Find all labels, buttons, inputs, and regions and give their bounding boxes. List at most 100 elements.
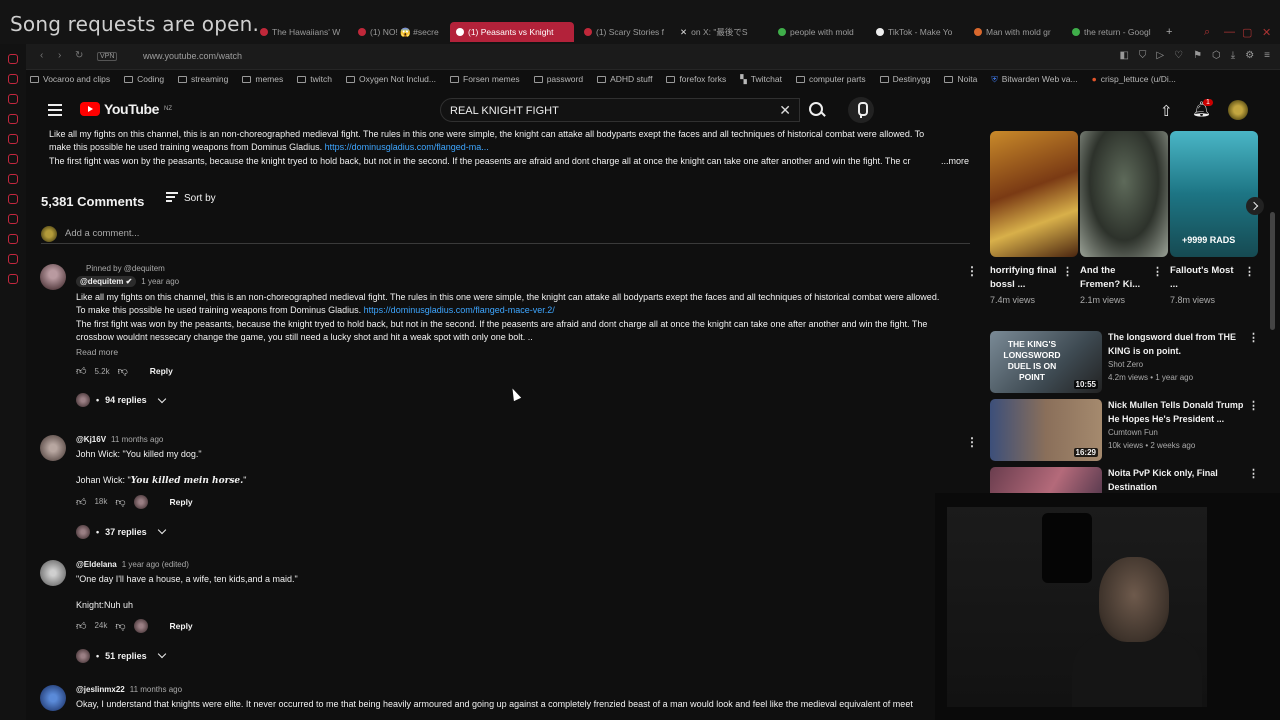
short-thumbnail[interactable] (1080, 131, 1168, 257)
avatar[interactable] (40, 435, 66, 461)
channel-name[interactable]: Shot Zero (1108, 360, 1143, 369)
download-icon[interactable]: ⤓ (1231, 50, 1235, 61)
view-replies-button[interactable]: • 94 replies (76, 393, 976, 408)
comment-author[interactable]: @jeslinmx22 (76, 685, 125, 694)
sidebar-app-icon[interactable] (8, 254, 18, 264)
more-options-icon[interactable]: ⋮ (1244, 265, 1255, 278)
comment-author[interactable]: @Eldelana (76, 560, 117, 569)
camera-icon[interactable]: ◧ (1119, 50, 1128, 61)
tab-people-with-mold[interactable]: people with mold (778, 22, 858, 42)
avatar[interactable] (40, 685, 66, 711)
close-window-icon[interactable]: ✕ (1262, 26, 1271, 39)
channel-name[interactable]: Cumtown Fun (1108, 428, 1158, 437)
bookmark-folder[interactable]: password (533, 74, 583, 84)
bookmark-folder[interactable]: forefox forks (666, 74, 726, 84)
more-options-icon[interactable]: ⋮ (1248, 467, 1259, 480)
more-options-icon[interactable]: ⋮ (1248, 399, 1259, 412)
dislike-icon[interactable]: 👎︎ (115, 496, 125, 508)
recommended-video[interactable]: 16:29 Nick Mullen Tells Donald Trump He … (990, 399, 1260, 463)
sidebar-app-icon[interactable] (8, 114, 18, 124)
sidebar-app-icon[interactable] (8, 134, 18, 144)
back-arrow-icon[interactable]: ‹ (40, 50, 43, 61)
vpn-badge[interactable]: VPN (97, 52, 118, 61)
sidebar-app-icon[interactable] (8, 74, 18, 84)
comment-time[interactable]: 11 months ago (111, 435, 163, 444)
url-field[interactable]: www.youtube.com/watch (143, 51, 242, 61)
like-icon[interactable]: 👍︎ (76, 496, 86, 508)
menu-icon[interactable]: ≡ (1264, 50, 1270, 61)
search-tabs-icon[interactable]: ⌕ (1204, 26, 1210, 39)
forward-arrow-icon[interactable]: › (58, 50, 61, 61)
view-replies-button[interactable]: • 51 replies (76, 648, 976, 663)
heart-icon[interactable]: ♡ (1174, 50, 1183, 61)
comment-time[interactable]: 1 year ago (141, 277, 179, 286)
recommended-video[interactable]: THE KING'S LONGSWORD DUEL IS ON POINT 10… (990, 331, 1260, 395)
clear-search-icon[interactable]: ✕ (779, 102, 791, 119)
bookmark-folder[interactable]: Forsen memes (450, 74, 520, 84)
settings-icon[interactable]: ⚙ (1245, 50, 1254, 61)
sort-by-button[interactable]: Sort by (166, 192, 216, 204)
comment-time[interactable]: 1 year ago (edited) (122, 560, 189, 569)
bookmark-folder[interactable]: twitch (297, 74, 332, 84)
avatar[interactable] (40, 264, 66, 290)
video-thumbnail[interactable] (990, 467, 1102, 493)
extensions-icon[interactable]: ⬡ (1212, 50, 1221, 61)
recommended-video[interactable]: Noita PvP Kick only, Final Destination ⋮ (990, 467, 1260, 493)
minimize-icon[interactable]: — (1224, 26, 1235, 38)
bookmark-link[interactable]: ▚ Twitchat (740, 74, 782, 85)
reply-button[interactable]: Reply (150, 366, 173, 376)
bookmark-folder[interactable]: computer parts (795, 74, 866, 84)
page-scrollbar[interactable] (1270, 212, 1275, 330)
like-icon[interactable]: 👍︎ (76, 365, 86, 377)
tab-tiktok[interactable]: TikTok - Make Yo (876, 22, 960, 42)
chevron-right-icon[interactable] (1246, 197, 1264, 215)
sidebar-app-icon[interactable] (8, 274, 18, 284)
play-icon[interactable]: ▷ (1156, 50, 1164, 61)
create-upload-icon[interactable]: ⇧ (1160, 102, 1173, 120)
bookmark-folder[interactable]: Oxygen Not Includ... (345, 74, 436, 84)
bookmark-folder[interactable]: memes (242, 74, 283, 84)
sidebar-app-icon[interactable] (8, 54, 18, 64)
tab-scary-stories[interactable]: (1) Scary Stories f (584, 22, 666, 42)
more-options-icon[interactable]: ⋮ (1152, 265, 1163, 278)
search-button[interactable] (800, 98, 830, 122)
bookmark-folder[interactable]: ADHD stuff (597, 74, 652, 84)
bookmark-link[interactable]: ● crisp_lettuce (u/Di... (1092, 74, 1176, 84)
dislike-icon[interactable]: 👎︎ (115, 620, 125, 632)
account-avatar[interactable] (1228, 100, 1248, 120)
sidebar-app-icon[interactable] (8, 234, 18, 244)
reply-button[interactable]: Reply (170, 497, 193, 507)
short-thumbnail[interactable]: +9999 RADS (1170, 131, 1258, 257)
tab-x-post[interactable]: ✕ on X: "最後でS (680, 22, 766, 42)
sidebar-app-icon[interactable] (8, 214, 18, 224)
show-more-button[interactable]: ...more (936, 154, 969, 168)
comment-time[interactable]: 11 months ago (130, 685, 182, 694)
shield-icon[interactable]: ⛉ (1139, 50, 1147, 61)
bookmark-folder[interactable]: streaming (178, 74, 228, 84)
more-options-icon[interactable]: ⋮ (966, 435, 978, 449)
description-link[interactable]: https://dominusgladius.com/flanged-ma... (325, 142, 489, 152)
view-replies-button[interactable]: • 37 replies (76, 524, 976, 539)
more-options-icon[interactable]: ⋮ (1062, 265, 1073, 278)
sidebar-app-icon[interactable] (8, 154, 18, 164)
comment-author[interactable]: @dequitem ✔ (76, 276, 137, 287)
tab-peasants-vs-knight[interactable]: (1) Peasants vs Knight (450, 22, 574, 42)
avatar[interactable] (40, 560, 66, 586)
voice-search-mic-icon[interactable] (848, 97, 874, 123)
like-icon[interactable]: 👍︎ (76, 620, 86, 632)
more-options-icon[interactable]: ⋮ (966, 264, 978, 278)
short-title[interactable]: And the Fremen? Ki... (1080, 264, 1152, 292)
search-input[interactable]: REAL KNIGHT FIGHT ✕ (440, 98, 800, 122)
video-title[interactable]: Nick Mullen Tells Donald Trump He Hopes … (1108, 399, 1246, 426)
video-thumbnail[interactable]: THE KING'S LONGSWORD DUEL IS ON POINT 10… (990, 331, 1102, 393)
tab-hawaiians[interactable]: The Hawaiians' W (260, 22, 350, 42)
sidebar-app-icon[interactable] (8, 194, 18, 204)
comment-link[interactable]: https://dominusgladius.com/flanged-mace-… (364, 305, 555, 315)
tab-man-with-mold[interactable]: Man with mold gr (974, 22, 1058, 42)
short-title[interactable]: horrifying final bossl ... (990, 264, 1062, 292)
maximize-icon[interactable]: ▢ (1242, 26, 1252, 39)
bookmark-folder[interactable]: Noita (944, 74, 977, 84)
more-options-icon[interactable]: ⋮ (1248, 331, 1259, 344)
video-title[interactable]: The longsword duel from THE KING is on p… (1108, 331, 1246, 358)
video-description[interactable]: Like all my fights on this channel, this… (49, 128, 973, 168)
